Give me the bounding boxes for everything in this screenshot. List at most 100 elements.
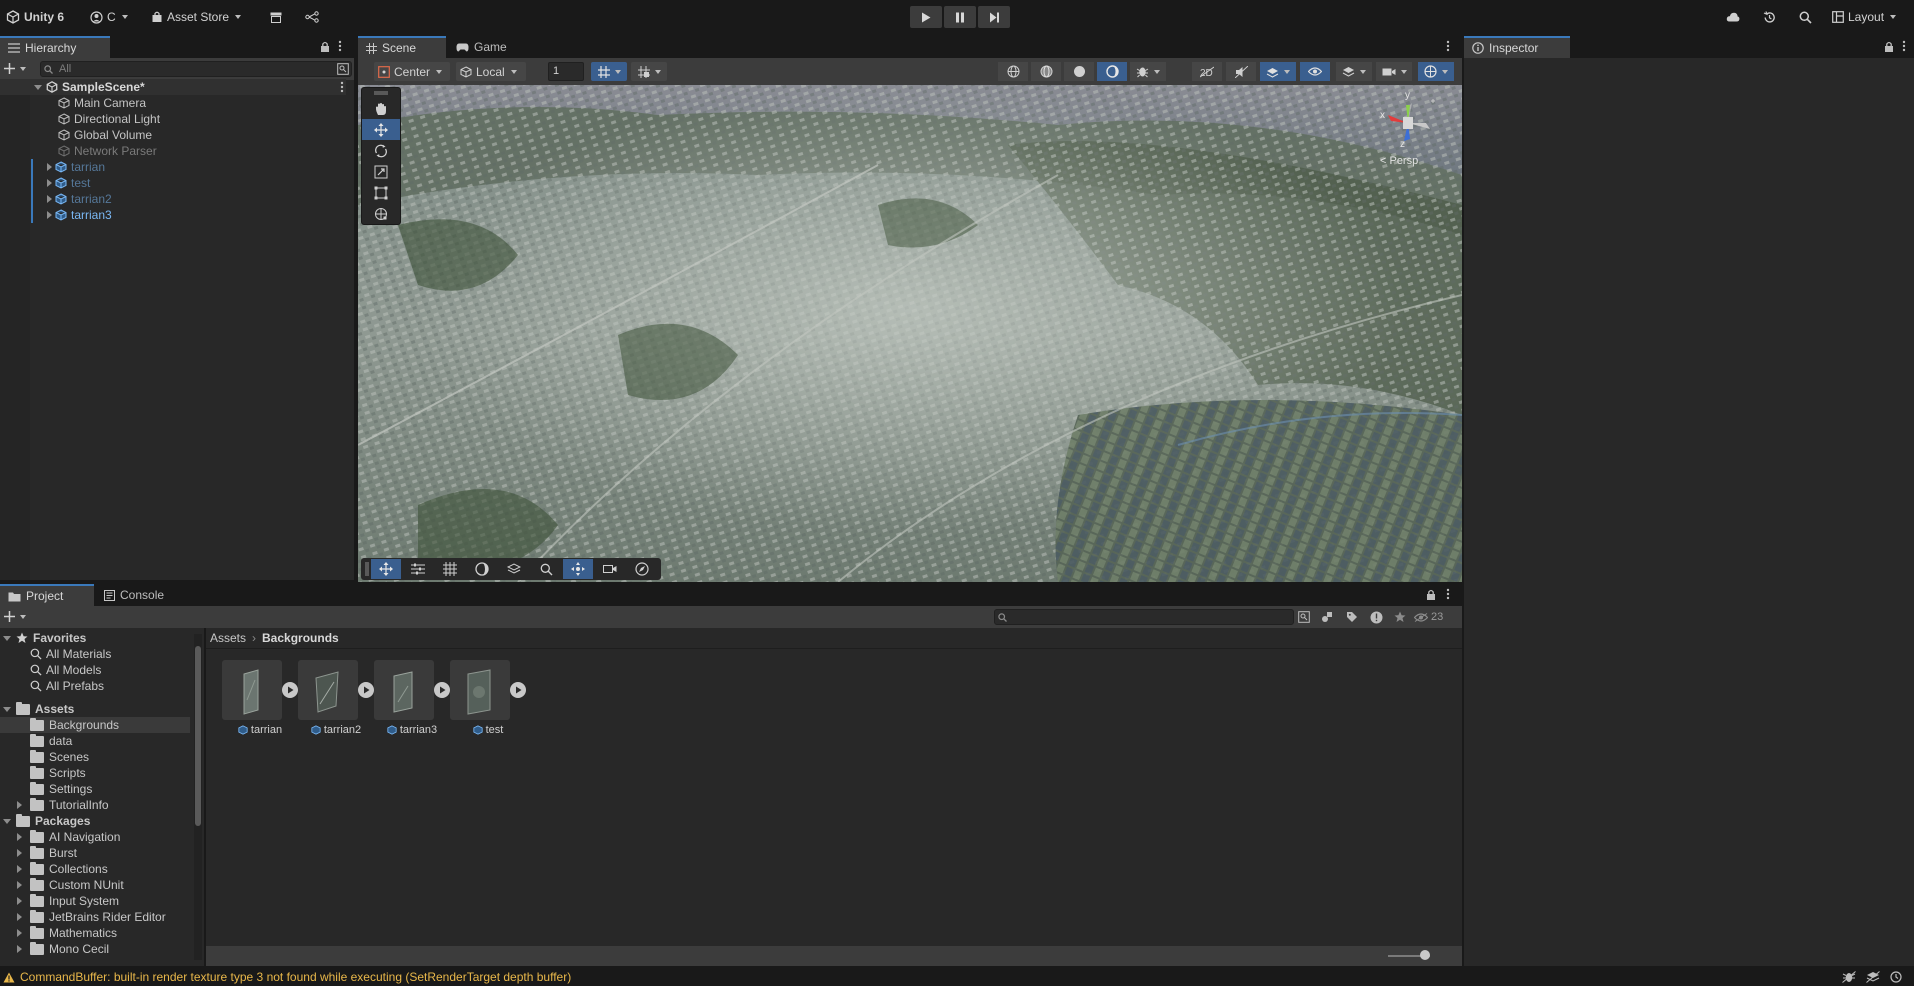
log-filter-button[interactable] <box>1366 609 1386 625</box>
shaded-mode-button[interactable] <box>1064 62 1094 81</box>
scrollbar-thumb[interactable] <box>195 646 201 826</box>
expand-arrow-icon[interactable] <box>17 929 22 937</box>
hierarchy-item[interactable]: test <box>0 175 346 191</box>
pause-button[interactable] <box>944 6 976 28</box>
package-item[interactable]: JetBrains Rider Editor <box>0 909 190 925</box>
favorites-header[interactable]: Favorites <box>0 630 190 646</box>
package-manager-button[interactable] <box>264 7 288 27</box>
create-button[interactable] <box>4 63 26 74</box>
layout-dropdown[interactable]: Layout <box>1832 7 1897 27</box>
tab-scene[interactable]: Scene <box>358 36 446 58</box>
grid-size-input[interactable]: 1 <box>548 62 584 81</box>
version-control-button[interactable] <box>300 7 324 27</box>
project-create-button[interactable] <box>4 611 26 622</box>
overlay-camera-button[interactable] <box>595 559 625 579</box>
scene-visibility-toggle[interactable] <box>1300 62 1330 81</box>
expand-arrow-icon[interactable] <box>47 211 52 219</box>
lock-icon[interactable] <box>320 41 330 52</box>
overlay-search-button[interactable] <box>531 559 561 579</box>
hierarchy-search-input[interactable]: All <box>40 61 352 77</box>
hand-tool-button[interactable] <box>362 98 400 119</box>
folder-item[interactable]: Scenes <box>0 749 190 765</box>
kebab-menu-icon[interactable] <box>1902 40 1906 52</box>
global-illumination-icon[interactable] <box>1866 971 1880 983</box>
package-item[interactable]: Input System <box>0 893 190 909</box>
folder-item-backgrounds[interactable]: Backgrounds <box>0 717 190 733</box>
lock-icon[interactable] <box>1426 589 1436 600</box>
favorite-item[interactable]: All Prefabs <box>0 678 190 694</box>
package-item[interactable]: Burst <box>0 845 190 861</box>
rect-tool-button[interactable] <box>362 182 400 203</box>
space-dropdown[interactable]: Local <box>456 62 526 81</box>
folder-item[interactable]: Settings <box>0 781 190 797</box>
tab-inspector[interactable]: Inspector <box>1464 36 1570 58</box>
expand-arrow-icon[interactable] <box>47 179 52 187</box>
overlay-lighting-button[interactable] <box>467 559 497 579</box>
expand-arrow-icon[interactable] <box>47 195 52 203</box>
asset-tile[interactable]: test <box>450 660 526 740</box>
packages-header[interactable]: Packages <box>0 813 190 829</box>
overlay-settings-button[interactable] <box>403 559 433 579</box>
status-bar[interactable]: CommandBuffer: built-in render texture t… <box>0 968 1914 986</box>
pivot-dropdown[interactable]: Center <box>374 62 450 81</box>
breadcrumb-backgrounds[interactable]: Backgrounds <box>262 631 339 645</box>
assets-header[interactable]: Assets <box>0 701 190 717</box>
expand-arrow-icon[interactable] <box>17 913 22 921</box>
account-dropdown[interactable]: C <box>90 7 128 27</box>
filter-label-button[interactable] <box>1342 609 1362 625</box>
tab-project[interactable]: Project <box>0 584 94 606</box>
folder-item[interactable]: data <box>0 733 190 749</box>
folder-item[interactable]: Scripts <box>0 765 190 781</box>
undo-history-button[interactable] <box>1757 7 1781 27</box>
scene-orientation-gizmo[interactable]: y x z < Persp <box>1358 90 1458 183</box>
package-item[interactable]: Custom NUnit <box>0 877 190 893</box>
gizmos-layers-dropdown[interactable] <box>1336 62 1372 81</box>
hierarchy-item[interactable]: Network Parser <box>0 143 346 159</box>
grid-visibility-toggle[interactable] <box>591 62 627 81</box>
unity-menu[interactable]: Unity 6 <box>6 7 64 27</box>
expand-arrow-icon[interactable] <box>3 818 11 824</box>
package-item[interactable]: Mono Cecil <box>0 941 190 957</box>
kebab-menu-icon[interactable] <box>1446 588 1450 600</box>
expand-arrow-icon[interactable] <box>17 849 22 857</box>
lit-mode-button[interactable] <box>1097 62 1127 81</box>
cloud-button[interactable] <box>1721 7 1745 27</box>
expand-arrow-icon[interactable] <box>3 635 11 641</box>
lock-icon[interactable] <box>1884 41 1894 52</box>
kebab-menu-icon[interactable] <box>338 40 342 52</box>
tab-hierarchy[interactable]: Hierarchy <box>0 36 110 58</box>
camera-settings-dropdown[interactable] <box>1376 62 1412 81</box>
package-item[interactable]: Collections <box>0 861 190 877</box>
gizmos-dropdown[interactable] <box>1418 62 1454 81</box>
expand-prefab-icon[interactable] <box>282 682 298 698</box>
audio-toggle[interactable] <box>1226 62 1256 81</box>
scene-row[interactable]: SampleScene* <box>0 79 346 95</box>
expand-prefab-icon[interactable] <box>358 682 374 698</box>
overlay-compass-button[interactable] <box>627 559 657 579</box>
expand-arrow-icon[interactable] <box>17 897 22 905</box>
scale-tool-button[interactable] <box>362 161 400 182</box>
transform-tool-button[interactable] <box>362 203 400 224</box>
project-search-input[interactable] <box>994 609 1294 625</box>
move-tool-button[interactable] <box>362 119 400 140</box>
expand-prefab-icon[interactable] <box>510 682 526 698</box>
breadcrumb-assets[interactable]: Assets <box>210 631 246 645</box>
folder-tree-scrollbar[interactable] <box>194 634 202 960</box>
asset-tile[interactable]: tarrian2 <box>298 660 374 740</box>
folder-item[interactable]: TutorialInfo <box>0 797 190 813</box>
kebab-menu-icon[interactable] <box>340 81 344 93</box>
splitter[interactable] <box>204 628 206 966</box>
scene-viewport[interactable]: y x z < Persp <box>358 85 1462 582</box>
hierarchy-item[interactable]: Global Volume <box>0 127 346 143</box>
asset-tile[interactable]: tarrian3 <box>374 660 450 740</box>
play-button[interactable] <box>910 6 942 28</box>
expand-arrow-icon[interactable] <box>17 801 22 809</box>
expand-arrow-icon[interactable] <box>17 833 22 841</box>
2d-toggle[interactable]: 2D <box>1192 62 1222 81</box>
wireframe-mode-button[interactable] <box>998 62 1028 81</box>
hierarchy-item[interactable]: tarrian <box>0 159 346 175</box>
expand-arrow-icon[interactable] <box>3 706 11 712</box>
tab-console[interactable]: Console <box>96 584 176 606</box>
overlay-grid-button[interactable] <box>435 559 465 579</box>
hierarchy-item[interactable]: Directional Light <box>0 111 346 127</box>
